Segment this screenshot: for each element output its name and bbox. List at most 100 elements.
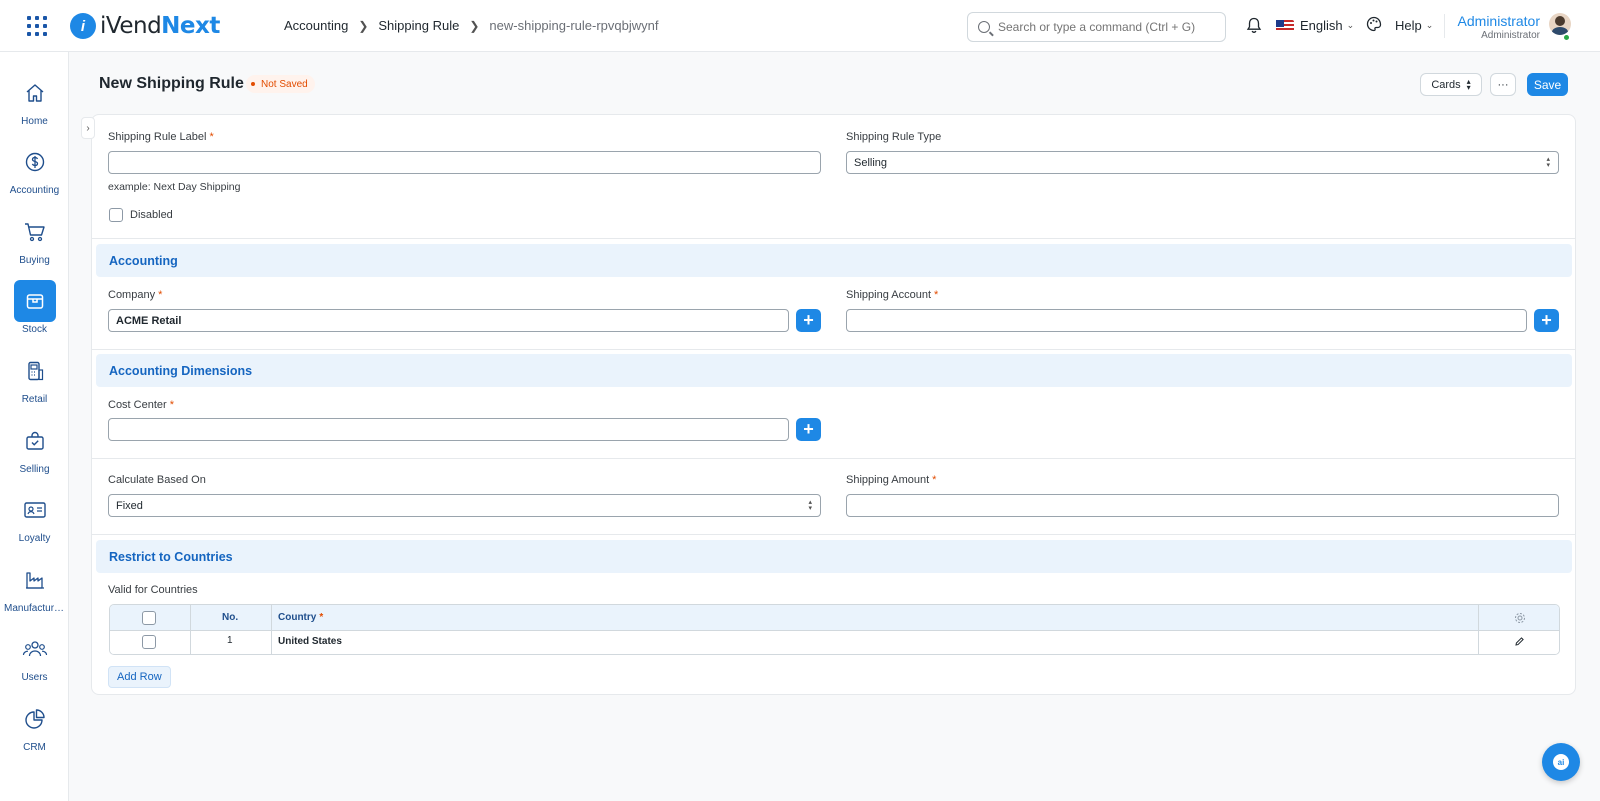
save-button[interactable]: Save: [1527, 73, 1568, 96]
sidebar-item-label: Stock: [21, 324, 47, 335]
avatar[interactable]: [1549, 13, 1571, 35]
sidebar-item-manufacturing[interactable]: Manufacturing: [0, 559, 69, 623]
breadcrumb-current: new-shipping-rule-rpvqbjwynf: [489, 18, 659, 33]
breadcrumb-shipping-rule[interactable]: Shipping Rule: [378, 18, 459, 33]
company-label: Company *: [108, 289, 163, 301]
disabled-checkbox[interactable]: [109, 208, 123, 222]
home-icon: [14, 72, 56, 114]
shipping-rule-type-label: Shipping Rule Type: [846, 131, 942, 143]
shipping-rule-label-label: Shipping Rule Label *: [108, 131, 214, 143]
divider: [1444, 14, 1445, 38]
section-accounting-dimensions[interactable]: Accounting Dimensions: [96, 354, 1572, 387]
add-cost-center-plus-icon[interactable]: +: [796, 418, 821, 441]
section-divider: [92, 534, 1575, 535]
add-shipping-account-plus-icon[interactable]: +: [1534, 309, 1559, 332]
updown-chevron-icon: ▴ ▾: [1546, 156, 1550, 169]
calculate-based-on-label: Calculate Based On: [108, 474, 206, 486]
sidebar-item-loyalty[interactable]: Loyalty: [0, 489, 69, 553]
help-menu[interactable]: Help ⌄: [1395, 18, 1433, 33]
add-company-plus-icon[interactable]: +: [796, 309, 821, 332]
add-row-button[interactable]: Add Row: [108, 666, 171, 688]
more-actions-button[interactable]: ···: [1490, 73, 1516, 96]
sidebar-item-label: Users: [21, 672, 48, 683]
column-divider: [190, 605, 191, 654]
view-label: Cards: [1431, 78, 1461, 91]
sidebar-item-stock[interactable]: Stock: [0, 280, 69, 344]
view-switcher-button[interactable]: Cards ▴ ▾: [1420, 73, 1482, 96]
top-navbar: i iVendNext Accounting ❯ Shipping Rule ❯…: [0, 0, 1600, 52]
dollar-icon: [14, 141, 56, 183]
logo[interactable]: i iVendNext: [70, 12, 220, 40]
help-label: Help: [1395, 18, 1422, 33]
section-accounting[interactable]: Accounting: [96, 244, 1572, 277]
box-icon: [13, 280, 56, 322]
sidebar-item-home[interactable]: Home: [0, 72, 69, 136]
language-selector[interactable]: English ⌄: [1276, 18, 1354, 33]
online-status-icon: [1563, 34, 1570, 41]
updown-chevron-icon: ▴ ▾: [808, 499, 812, 512]
sidebar-item-label: CRM: [23, 742, 46, 753]
breadcrumb-accounting[interactable]: Accounting: [284, 18, 348, 33]
sidebar-item-label: Home: [21, 116, 48, 127]
shipping-amount-input[interactable]: [846, 494, 1559, 517]
status-badge: Not Saved: [246, 75, 315, 93]
chevron-down-icon: ⌄: [1425, 20, 1434, 30]
chevron-right-icon: ❯: [469, 18, 480, 33]
settings-gear-icon[interactable]: [1514, 612, 1526, 627]
column-header-country: Country *: [278, 612, 324, 623]
sidebar-item-label: Buying: [19, 255, 50, 266]
search-input[interactable]: [998, 20, 1208, 34]
search-bar[interactable]: [967, 12, 1226, 42]
sidebar-item-users[interactable]: Users: [0, 628, 69, 692]
table-header: [110, 605, 1559, 631]
sidebar-item-retail[interactable]: Retail: [0, 350, 69, 414]
shipping-account-input[interactable]: [846, 309, 1527, 332]
shipping-rule-type-value: Selling: [854, 156, 888, 169]
shipping-rule-label-hint: example: Next Day Shipping: [108, 181, 241, 193]
expand-sidebar-chevron-icon[interactable]: ›: [81, 117, 95, 139]
ai-assistant-button[interactable]: ai: [1542, 743, 1580, 781]
pos-terminal-icon: [14, 350, 56, 392]
factory-icon: [14, 559, 56, 601]
section-divider: [92, 238, 1575, 239]
logo-mark-icon: i: [70, 13, 96, 39]
page-title: New Shipping Rule: [99, 75, 244, 92]
row-country[interactable]: United States: [278, 636, 342, 647]
column-divider: [271, 605, 272, 654]
cost-center-input[interactable]: [108, 418, 789, 441]
disabled-label: Disabled: [130, 209, 173, 221]
shipping-rule-type-select[interactable]: Selling ▴ ▾: [846, 151, 1559, 174]
row-checkbox[interactable]: [142, 635, 156, 649]
cost-center-label: Cost Center *: [108, 399, 174, 411]
user-menu[interactable]: Administrator Administrator: [1458, 13, 1540, 41]
calculate-based-on-select[interactable]: Fixed ▴ ▾: [108, 494, 821, 517]
shipping-account-label: Shipping Account *: [846, 289, 939, 301]
updown-chevron-icon: ▴ ▾: [1466, 76, 1471, 92]
user-role: Administrator: [1481, 30, 1540, 41]
cart-icon: [14, 211, 56, 253]
section-restrict-countries[interactable]: Restrict to Countries: [96, 540, 1572, 573]
search-icon: [978, 21, 990, 33]
shopping-bag-icon: [14, 420, 56, 462]
sidebar-item-crm[interactable]: CRM: [0, 698, 69, 762]
pie-chart-icon: [14, 698, 56, 740]
section-divider: [92, 458, 1575, 459]
shipping-rule-label-input[interactable]: [108, 151, 821, 174]
ai-icon: ai: [1553, 754, 1569, 770]
edit-pencil-icon[interactable]: [1514, 636, 1525, 650]
sidebar-item-label: Manufacturing: [4, 603, 68, 614]
sidebar-item-selling[interactable]: Selling: [0, 420, 69, 484]
sidebar-item-accounting[interactable]: Accounting: [0, 141, 69, 205]
column-header-no: No.: [222, 612, 239, 623]
apps-grid-icon[interactable]: [27, 16, 47, 36]
sidebar-item-buying[interactable]: Buying: [0, 211, 69, 275]
sidebar-item-label: Selling: [19, 464, 50, 475]
select-all-checkbox[interactable]: [142, 611, 156, 625]
palette-icon[interactable]: [1366, 16, 1382, 36]
sidebar: Home Accounting Buying Stock Retail Sell…: [0, 52, 69, 801]
user-name: Administrator: [1457, 13, 1540, 29]
users-icon: [14, 628, 56, 670]
company-input[interactable]: ACME Retail: [108, 309, 789, 332]
chevron-right-icon: ❯: [358, 18, 369, 33]
bell-icon[interactable]: [1246, 17, 1262, 39]
